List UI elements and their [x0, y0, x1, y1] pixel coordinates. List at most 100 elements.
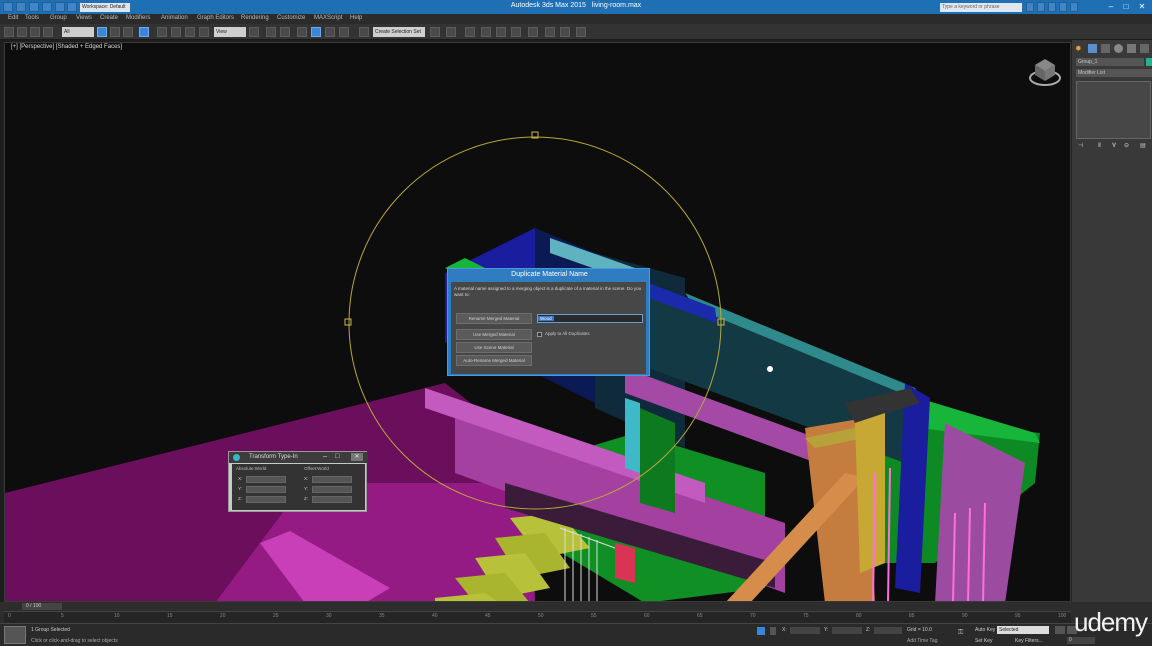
- object-color-swatch[interactable]: [1146, 58, 1152, 66]
- placement-icon[interactable]: [199, 27, 209, 37]
- subscription-icon[interactable]: [1037, 2, 1045, 12]
- key-mode-dropdown[interactable]: Selected: [997, 626, 1049, 634]
- offset-y-field[interactable]: [312, 486, 352, 493]
- bind-space-warp-icon[interactable]: [43, 27, 53, 37]
- menu-modifiers[interactable]: Modifiers: [126, 15, 150, 21]
- goto-start-icon[interactable]: [1055, 626, 1065, 634]
- named-selection-dropdown[interactable]: Create Selection Set: [373, 27, 425, 37]
- lock-selection-icon[interactable]: [757, 627, 765, 635]
- pin-icon[interactable]: □: [335, 453, 339, 460]
- search-input[interactable]: Type a keyword or phrase: [940, 3, 1022, 12]
- y-coord-field[interactable]: [832, 627, 862, 634]
- scale-icon[interactable]: [185, 27, 195, 37]
- perspective-viewport[interactable]: [+] [Perspective] [Shaded + Edged Faces]…: [4, 42, 1071, 602]
- key-icon[interactable]: ⚿: [958, 629, 963, 637]
- edit-named-selection-icon[interactable]: [359, 27, 369, 37]
- time-slider[interactable]: 0 / 100: [22, 603, 62, 610]
- favorites-icon[interactable]: [1059, 2, 1067, 12]
- menu-graph-editors[interactable]: Graph Editors: [197, 15, 234, 21]
- render-production-icon[interactable]: [576, 27, 586, 37]
- percent-snap-icon[interactable]: [325, 27, 335, 37]
- add-time-tag[interactable]: Add Time Tag: [907, 638, 937, 644]
- menu-views[interactable]: Views: [76, 15, 92, 21]
- current-frame-field[interactable]: 0: [1067, 637, 1095, 644]
- select-manipulate-icon[interactable]: [266, 27, 276, 37]
- close-icon[interactable]: ✕: [351, 453, 363, 461]
- menu-create[interactable]: Create: [100, 15, 118, 21]
- help-icon[interactable]: [1070, 2, 1078, 12]
- selection-filter-dropdown[interactable]: All: [62, 27, 94, 37]
- menu-animation[interactable]: Animation: [161, 15, 188, 21]
- abs-y-field[interactable]: [246, 486, 286, 493]
- material-editor-icon[interactable]: [528, 27, 538, 37]
- show-end-result-icon[interactable]: Ⅱ: [1098, 142, 1101, 149]
- auto-key-button[interactable]: Auto Key: [975, 627, 995, 633]
- modify-tab-icon[interactable]: [1088, 44, 1097, 53]
- schematic-view-icon[interactable]: [511, 27, 521, 37]
- menu-rendering[interactable]: Rendering: [241, 15, 269, 21]
- search-icon[interactable]: [1026, 2, 1034, 12]
- hierarchy-tab-icon[interactable]: [1101, 44, 1110, 53]
- pin-stack-icon[interactable]: ⊣: [1078, 142, 1083, 149]
- keyboard-shortcut-icon[interactable]: [280, 27, 290, 37]
- create-tab-icon[interactable]: ✸: [1075, 44, 1084, 53]
- modifier-stack[interactable]: [1076, 81, 1151, 139]
- maxscript-listener-icon[interactable]: [4, 626, 26, 644]
- mirror-icon[interactable]: [430, 27, 440, 37]
- snaps-toggle-icon[interactable]: [297, 27, 307, 37]
- rendered-frame-window-icon[interactable]: [560, 27, 570, 37]
- utilities-tab-icon[interactable]: [1140, 44, 1149, 53]
- align-icon[interactable]: [446, 27, 456, 37]
- select-object-icon[interactable]: [97, 27, 107, 37]
- reference-coordinate-dropdown[interactable]: View: [214, 27, 246, 37]
- minimize-icon[interactable]: –: [1104, 2, 1118, 12]
- unlink-icon[interactable]: [30, 27, 40, 37]
- x-coord-field[interactable]: [790, 627, 820, 634]
- close-icon[interactable]: ✕: [1135, 2, 1149, 12]
- layer-manager-icon[interactable]: [465, 27, 475, 37]
- curve-editor-icon[interactable]: [496, 27, 506, 37]
- z-coord-field[interactable]: [874, 627, 902, 634]
- pivot-center-icon[interactable]: [249, 27, 259, 37]
- window-crossing-icon[interactable]: [139, 27, 149, 37]
- graphite-ribbon-icon[interactable]: [481, 27, 491, 37]
- menu-help[interactable]: Help: [350, 15, 362, 21]
- object-name-field[interactable]: Group_1: [1076, 58, 1144, 66]
- menu-tools[interactable]: Tools: [25, 15, 39, 21]
- remove-modifier-icon[interactable]: ⊖: [1124, 142, 1129, 149]
- motion-tab-icon[interactable]: [1114, 44, 1123, 53]
- key-filters-button[interactable]: Key Filters...: [1015, 638, 1043, 644]
- menu-group[interactable]: Group: [50, 15, 67, 21]
- display-tab-icon[interactable]: [1127, 44, 1136, 53]
- abs-z-field[interactable]: [246, 496, 286, 503]
- use-merged-material-button[interactable]: Use Merged Material: [456, 329, 532, 340]
- angle-snap-icon[interactable]: [311, 27, 321, 37]
- undo-icon[interactable]: [4, 27, 14, 37]
- menu-maxscript[interactable]: MAXScript: [314, 15, 342, 21]
- auto-rename-merged-material-button[interactable]: Auto-Rename Merged Material: [456, 355, 532, 366]
- render-setup-icon[interactable]: [545, 27, 555, 37]
- menu-edit[interactable]: Edit: [8, 15, 18, 21]
- configure-sets-icon[interactable]: ▤: [1140, 142, 1146, 149]
- set-key-button[interactable]: Set Key: [975, 638, 993, 644]
- apply-all-checkbox[interactable]: [537, 332, 542, 337]
- abs-x-field[interactable]: [246, 476, 286, 483]
- rotate-icon[interactable]: [171, 27, 181, 37]
- move-icon[interactable]: [157, 27, 167, 37]
- viewport-label[interactable]: [+] [Perspective] [Shaded + Edged Faces]: [11, 44, 122, 50]
- use-scene-material-button[interactable]: Use Scene Material: [456, 342, 532, 353]
- maximize-icon[interactable]: □: [1119, 2, 1133, 12]
- rename-input[interactable]: Wood: [537, 314, 643, 323]
- collapse-icon[interactable]: –: [323, 453, 327, 460]
- offset-z-field[interactable]: [312, 496, 352, 503]
- make-unique-icon[interactable]: ∀: [1112, 142, 1116, 149]
- spinner-snap-icon[interactable]: [339, 27, 349, 37]
- offset-x-field[interactable]: [312, 476, 352, 483]
- modifier-list-dropdown[interactable]: Modifier List: [1076, 69, 1152, 77]
- select-link-icon[interactable]: [17, 27, 27, 37]
- menu-customize[interactable]: Customize: [277, 15, 305, 21]
- rename-merged-material-button[interactable]: Rename Merged Material: [456, 313, 532, 324]
- select-by-name-icon[interactable]: [110, 27, 120, 37]
- communication-icon[interactable]: [1048, 2, 1056, 12]
- absolute-mode-icon[interactable]: [770, 627, 776, 635]
